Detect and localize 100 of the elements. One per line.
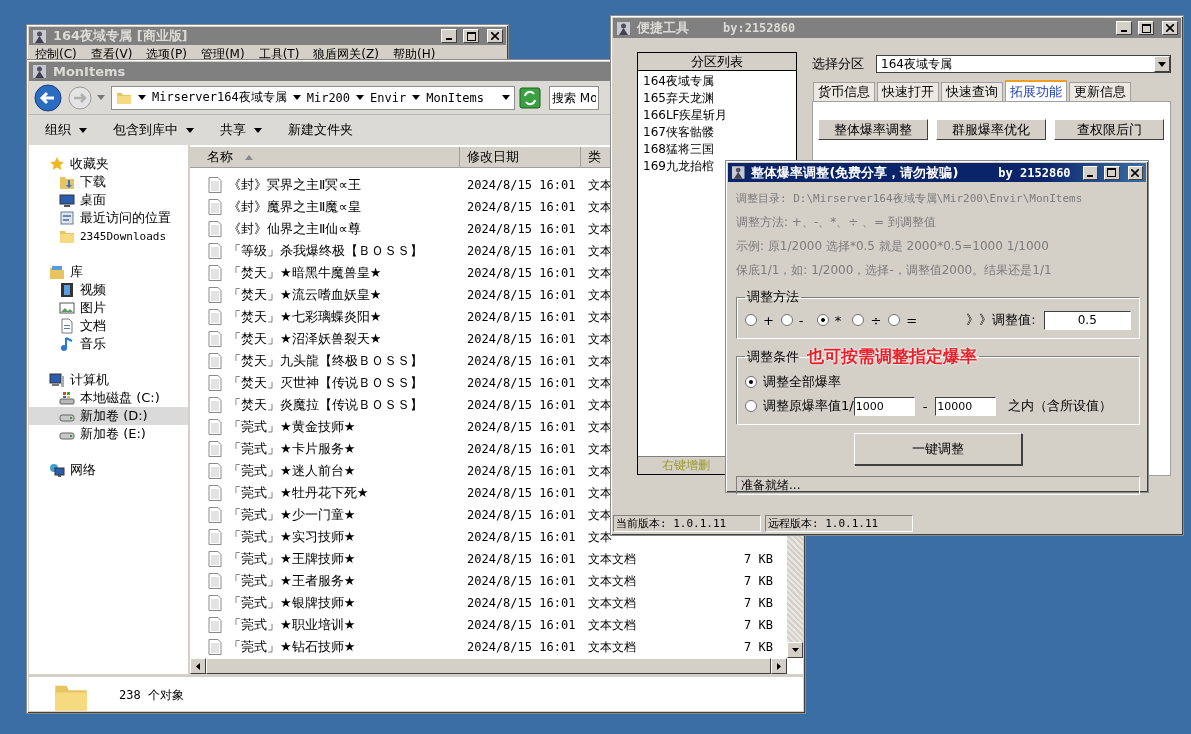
file-name[interactable]: 《封》仙界之主Ⅱ仙∝尊 [190,220,460,238]
file-name[interactable]: 「莞式」★少一门童★ [190,506,460,524]
file-name[interactable]: 「焚天」炎魔拉【传说ＢＯＳＳ】 [190,396,460,414]
toolbar-button[interactable]: 包含到库中 [111,119,196,141]
file-name[interactable]: 「莞式」★卡片服务★ [190,440,460,458]
file-name[interactable]: 「焚天」★流云嗜血妖皇★ [190,286,460,304]
value-field[interactable]: 0.5 [1043,310,1131,330]
file-name[interactable]: 「莞式」★实习技师★ [190,528,460,546]
file-name[interactable]: 《封》冥界之主Ⅱ冥∝王 [190,176,460,194]
list-header: 分区列表 [638,53,796,71]
action-button[interactable]: 整体爆率调整 [818,119,928,140]
minimize-button[interactable] [441,29,457,43]
radio-button[interactable] [780,314,793,326]
list-item[interactable]: 167侠客骷髅 [643,124,791,141]
action-button[interactable]: 群服爆率优化 [936,119,1046,140]
nav-item[interactable]: 最近访问的位置 [29,209,188,227]
file-name[interactable]: 「莞式」★银牌技师★ [190,594,460,612]
nav-item[interactable]: 网络 [29,461,188,479]
file-name[interactable]: 「焚天」★七彩璃蝶炎阳★ [190,308,460,326]
document-icon [208,265,222,281]
file-name[interactable]: 「焚天」★暗黑牛魔兽皇★ [190,264,460,282]
breadcrumb-link[interactable]: Mirserver164夜域专属 [152,89,287,106]
apply-button[interactable]: 一键调整 [854,433,1022,465]
nav-item[interactable]: 2345Downloads [29,227,188,245]
radio-button[interactable] [816,314,829,326]
nav-item[interactable]: 本地磁盘 (C:) [29,389,188,407]
nav-item[interactable]: 桌面 [29,191,188,209]
file-name[interactable]: 「莞式」★黄金技师★ [190,418,460,436]
close-button[interactable] [487,29,503,43]
file-name[interactable]: 「莞式」★职业培训★ [190,616,460,634]
column-header[interactable]: 名称 [190,147,460,167]
address-bar[interactable]: Mirserver164夜域专属 Mir200 Envir MonItems [111,85,515,110]
range-suffix: 之内（含所设值） [1008,397,1113,415]
minimize-button[interactable] [1116,21,1132,35]
toolbar-button[interactable]: 组织 [43,119,89,141]
menu-item[interactable]: 管理(M) [200,45,245,63]
toolbar-button[interactable]: 共享 [218,119,264,141]
file-name[interactable]: 「莞式」★王者服务★ [190,572,460,590]
list-item[interactable]: 164夜域专属 [643,73,791,90]
file-name[interactable]: 「莞式」★迷人前台★ [190,462,460,480]
file-name[interactable]: 「莞式」★牡丹花下死★ [190,484,460,502]
input-field[interactable]: 10000 [935,396,997,416]
nav-item[interactable]: 库 [29,263,188,281]
minimize-button[interactable] [1082,165,1099,180]
tab[interactable]: 拓展功能 [1005,80,1067,101]
maximize-button[interactable] [1138,21,1154,35]
menu-item[interactable]: 狼盾网关(Z) [313,45,379,63]
menu-item[interactable]: 工具(T) [258,45,300,63]
menu-item[interactable]: 帮助(H) [392,45,436,63]
app-icon [731,165,746,180]
maximize-button[interactable] [463,29,479,43]
radio-button[interactable] [852,314,865,326]
nav-item[interactable]: 文档 [29,317,188,335]
menu-item[interactable]: 选项(P) [146,45,187,63]
tab[interactable]: 快速打开 [877,82,939,101]
nav-item[interactable]: 新加卷 (D:) [29,407,188,425]
file-name[interactable]: 「莞式」★钻石技师★ [190,638,460,656]
menu-item[interactable]: 查看(V) [90,45,133,63]
input-field[interactable]: 1000 [853,396,915,416]
action-button[interactable]: 查权限后门 [1054,119,1164,140]
search-field[interactable]: 搜索 Mo [549,85,599,110]
close-button[interactable] [1162,21,1178,35]
file-name[interactable]: 「莞式」★王牌技师★ [190,550,460,568]
nav-item[interactable]: 视频 [29,281,188,299]
back-button[interactable] [33,82,63,113]
nav-item[interactable]: 图片 [29,299,188,317]
column-header[interactable]: 修改日期 [460,147,581,167]
breadcrumb-link[interactable]: Envir [370,90,407,105]
horizontal-scrollbar[interactable] [190,658,787,674]
tab[interactable]: 更新信息 [1069,82,1131,101]
file-name[interactable]: 「等级」杀我爆终极【ＢＯＳＳ】 [190,242,460,260]
radio-button[interactable] [888,314,901,326]
file-name[interactable]: 「焚天」★沼泽妖兽裂天★ [190,330,460,348]
breadcrumb-link[interactable]: MonItems [426,90,484,105]
list-item[interactable]: 165弃天龙渊 [643,90,791,107]
maximize-button[interactable] [1104,165,1120,180]
file-name[interactable]: 《封》魔界之主Ⅱ魔∝皇 [190,198,460,216]
nav-item[interactable]: 下载 [29,173,188,191]
nav-item[interactable]: 收藏夹 [29,155,188,173]
radio-button[interactable] [745,400,757,412]
close-button[interactable] [1127,165,1143,180]
nav-item[interactable]: 计算机 [29,371,188,389]
toolbar-button[interactable]: 新建文件夹 [286,119,355,141]
modified-date: 2024/8/15 16:01 [466,310,576,324]
nav-item[interactable]: 音乐 [29,335,188,353]
file-type: 文本 [587,352,612,370]
file-name[interactable]: 「焚天」灭世神【传说ＢＯＳＳ】 [190,374,460,392]
menu-item[interactable]: 控制(C) [35,45,77,63]
list-item[interactable]: 168猛将三国 [643,141,791,158]
breadcrumb-link[interactable]: Mir200 [306,90,351,105]
radio-button[interactable] [745,314,757,326]
list-item[interactable]: 166LF疾星斩月 [643,107,791,124]
partition-select[interactable]: 164夜域专属 [876,55,1171,73]
library-icon [49,264,65,280]
nav-item[interactable]: 新加卷 (E:) [29,425,188,443]
tab[interactable]: 货币信息 [813,82,875,101]
file-name[interactable]: 「焚天」九头龍【终极ＢＯＳＳ】 [190,352,460,370]
tab[interactable]: 快速查询 [941,82,1003,101]
radio-button[interactable] [745,376,757,388]
refresh-button[interactable] [519,86,541,109]
